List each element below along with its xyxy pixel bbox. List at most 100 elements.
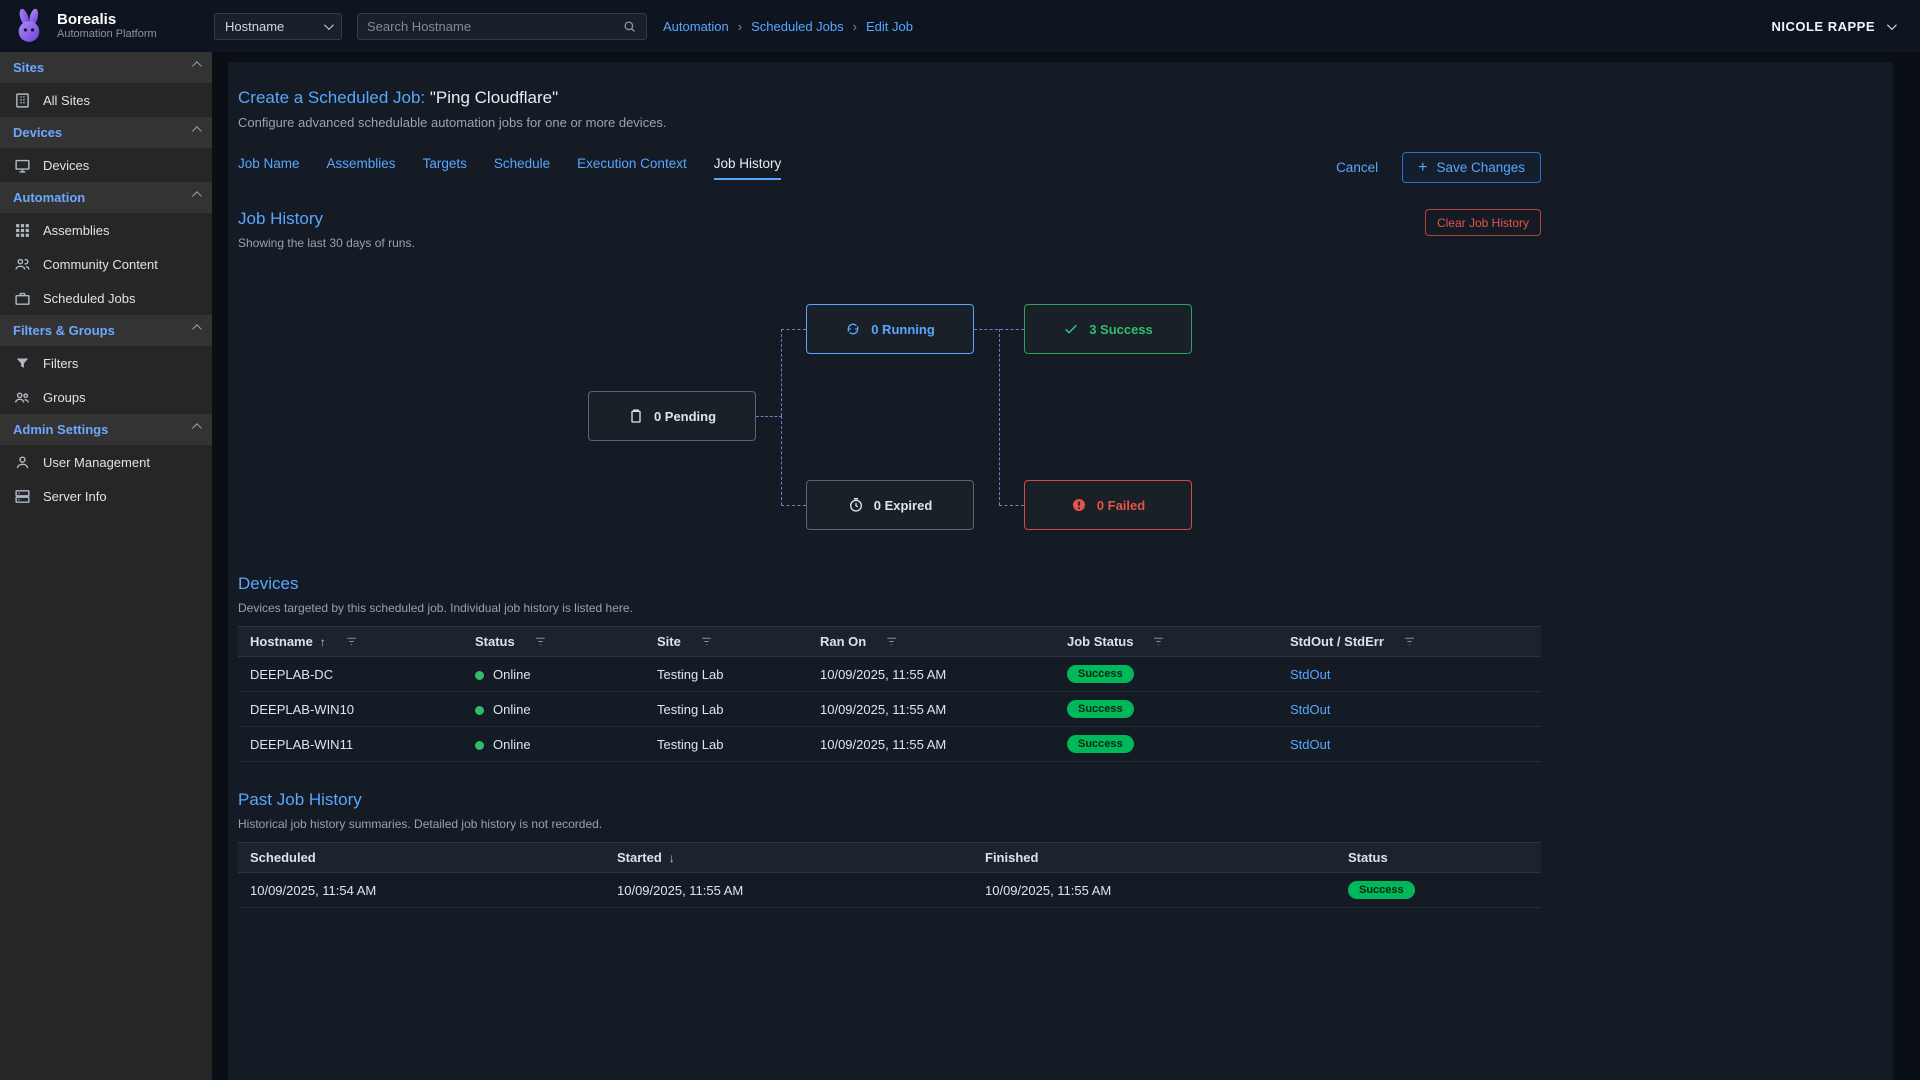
table-row[interactable]: DEEPLAB-DC Online Testing Lab 10/09/2025… — [238, 657, 1541, 692]
sidebar-section-filters-groups[interactable]: Filters & Groups — [0, 315, 212, 346]
breadcrumb-separator: › — [738, 19, 742, 34]
stdout-link[interactable]: StdOut — [1290, 737, 1330, 752]
tab-schedule[interactable]: Schedule — [494, 156, 550, 180]
tab-job-history[interactable]: Job History — [714, 156, 782, 180]
sidebar-item-devices[interactable]: Devices — [0, 148, 212, 182]
cell-status: Success — [1336, 873, 1541, 908]
grid-apps-icon — [14, 222, 31, 239]
flow-node-label: 0 Failed — [1097, 498, 1145, 513]
column-filter-icon[interactable] — [700, 635, 713, 648]
briefcase-icon — [14, 290, 31, 307]
stdout-link[interactable]: StdOut — [1290, 702, 1330, 717]
column-header-ran-on[interactable]: Ran On — [808, 627, 1055, 657]
column-filter-icon[interactable] — [1152, 635, 1165, 648]
sort-desc-icon[interactable]: ↓ — [669, 851, 675, 865]
past-history-table: Scheduled Started ↓ — [238, 842, 1541, 908]
table-row[interactable]: 10/09/2025, 11:54 AM 10/09/2025, 11:55 A… — [238, 873, 1541, 908]
tab-targets[interactable]: Targets — [423, 156, 467, 180]
chevron-up-icon — [192, 61, 202, 71]
tab-job-name[interactable]: Job Name — [238, 156, 300, 180]
column-filter-icon[interactable] — [1403, 635, 1416, 648]
job-status-flow-canvas: 0 Pending 0 Running — [238, 264, 1541, 564]
sidebar-item-label: All Sites — [43, 93, 90, 108]
tab-actions: Cancel + Save Changes — [1336, 152, 1541, 183]
flow-node-pending[interactable]: 0 Pending — [588, 391, 756, 441]
cell-ran-on: 10/09/2025, 11:55 AM — [808, 727, 1055, 762]
table-row[interactable]: DEEPLAB-WIN11 Online Testing Lab 10/09/2… — [238, 727, 1541, 762]
sidebar-item-label: Filters — [43, 356, 78, 371]
breadcrumb-edit-job[interactable]: Edit Job — [866, 19, 913, 34]
app-logo-area[interactable]: Borealis Automation Platform — [0, 7, 212, 45]
cell-started: 10/09/2025, 11:55 AM — [605, 873, 973, 908]
sidebar-item-scheduled-jobs[interactable]: Scheduled Jobs — [0, 281, 212, 315]
devices-description: Devices targeted by this scheduled job. … — [238, 601, 633, 615]
search-input[interactable] — [367, 19, 622, 34]
breadcrumb-separator: › — [853, 19, 857, 34]
tab-execution-context[interactable]: Execution Context — [577, 156, 687, 180]
chevron-up-icon — [192, 191, 202, 201]
past-job-history-section: Past Job History Historical job history … — [238, 790, 1541, 908]
sidebar-section-admin-settings[interactable]: Admin Settings — [0, 414, 212, 445]
app-root: Borealis Automation Platform Hostname Au… — [0, 0, 1920, 1080]
column-header-site[interactable]: Site — [645, 627, 808, 657]
flow-node-expired[interactable]: 0 Expired — [806, 480, 974, 530]
sidebar-section-sites[interactable]: Sites — [0, 52, 212, 83]
check-success-icon — [1063, 321, 1079, 337]
search-icon[interactable] — [622, 19, 637, 34]
flow-node-success[interactable]: 3 Success — [1024, 304, 1192, 354]
column-filter-icon[interactable] — [534, 635, 547, 648]
sidebar-section-label: Automation — [13, 190, 85, 205]
server-icon — [14, 488, 31, 505]
hostname-filter-select[interactable]: Hostname — [214, 13, 342, 40]
cell-status: Online — [463, 657, 645, 692]
chevron-up-icon — [192, 423, 202, 433]
breadcrumb-automation[interactable]: Automation — [663, 19, 729, 34]
save-changes-button[interactable]: + Save Changes — [1402, 152, 1541, 183]
sidebar-item-community-content[interactable]: Community Content — [0, 247, 212, 281]
sidebar-item-user-management[interactable]: User Management — [0, 445, 212, 479]
clear-job-history-button[interactable]: Clear Job History — [1425, 209, 1541, 236]
app-name: Borealis — [57, 11, 157, 28]
sync-running-icon — [845, 321, 861, 337]
column-header-stdout[interactable]: StdOut / StdErr — [1278, 627, 1541, 657]
cell-status: Online — [463, 692, 645, 727]
sidebar-item-groups[interactable]: Groups — [0, 380, 212, 414]
column-header-scheduled[interactable]: Scheduled — [238, 843, 605, 873]
column-header-status[interactable]: Status — [463, 627, 645, 657]
stdout-link[interactable]: StdOut — [1290, 667, 1330, 682]
flow-node-running[interactable]: 0 Running — [806, 304, 974, 354]
column-header-status[interactable]: Status — [1336, 843, 1541, 873]
sidebar-item-server-info[interactable]: Server Info — [0, 479, 212, 513]
job-history-header-row: Job History Showing the last 30 days of … — [238, 209, 1541, 250]
cell-ran-on: 10/09/2025, 11:55 AM — [808, 692, 1055, 727]
flow-edge — [999, 329, 1000, 505]
breadcrumb-scheduled-jobs[interactable]: Scheduled Jobs — [751, 19, 844, 34]
sort-asc-icon[interactable]: ↑ — [320, 635, 326, 649]
cell-stdout: StdOut — [1278, 692, 1541, 727]
cell-site: Testing Lab — [645, 727, 808, 762]
user-menu[interactable]: NICOLE RAPPE — [1771, 19, 1894, 34]
tab-assemblies[interactable]: Assemblies — [327, 156, 396, 180]
online-status-dot — [475, 671, 484, 680]
building-icon — [14, 92, 31, 109]
column-filter-icon[interactable] — [885, 635, 898, 648]
sidebar-section-devices[interactable]: Devices — [0, 117, 212, 148]
column-header-hostname[interactable]: Hostname ↑ — [238, 627, 463, 657]
column-header-job-status[interactable]: Job Status — [1055, 627, 1278, 657]
column-filter-icon[interactable] — [345, 635, 358, 648]
table-row[interactable]: DEEPLAB-WIN10 Online Testing Lab 10/09/2… — [238, 692, 1541, 727]
sidebar-item-all-sites[interactable]: All Sites — [0, 83, 212, 117]
page-title-prefix: Create a Scheduled Job: — [238, 88, 425, 107]
sidebar-section-automation[interactable]: Automation — [0, 182, 212, 213]
sidebar-item-assemblies[interactable]: Assemblies — [0, 213, 212, 247]
sidebar-item-filters[interactable]: Filters — [0, 346, 212, 380]
flow-node-failed[interactable]: 0 Failed — [1024, 480, 1192, 530]
cancel-button[interactable]: Cancel — [1336, 160, 1378, 175]
sidebar-item-label: Server Info — [43, 489, 107, 504]
breadcrumb: Automation › Scheduled Jobs › Edit Job — [663, 19, 913, 34]
column-header-finished[interactable]: Finished — [973, 843, 1336, 873]
past-history-header-row: Scheduled Started ↓ — [238, 843, 1541, 873]
flow-edge — [781, 329, 782, 416]
sidebar-item-label: Devices — [43, 158, 89, 173]
column-header-started[interactable]: Started ↓ — [605, 843, 973, 873]
